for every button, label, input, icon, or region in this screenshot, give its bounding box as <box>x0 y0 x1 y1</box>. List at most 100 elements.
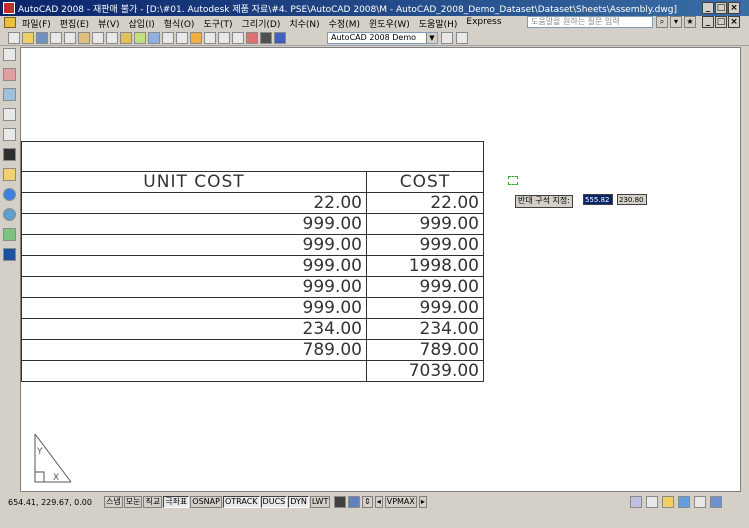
cost-cell: 999.00 <box>366 234 484 256</box>
menu-dimension[interactable]: 치수(N) <box>289 17 319 30</box>
autocad-app-icon[interactable] <box>3 2 15 14</box>
menu-window[interactable]: 윈도우(W) <box>369 17 410 30</box>
toggle-ducs[interactable]: DUCS <box>260 496 288 508</box>
menu-help[interactable]: 도움말(H) <box>419 17 458 30</box>
chevron-down-icon[interactable]: ▼ <box>426 33 437 43</box>
dynamic-input-x[interactable]: 555.82 <box>583 194 613 205</box>
toggle-osnap[interactable]: OSNAP <box>190 496 222 508</box>
tool-text-icon[interactable] <box>3 88 16 101</box>
tool-block-icon[interactable] <box>3 68 16 81</box>
open-file-icon[interactable] <box>22 32 34 44</box>
toggle-grid[interactable]: 모눈 <box>123 496 143 508</box>
menu-express[interactable]: Express <box>466 17 501 30</box>
doc-minimize-button[interactable]: _ <box>702 16 714 28</box>
layout-icon[interactable] <box>348 496 360 508</box>
menu-file[interactable]: 파일(F) <box>22 17 51 30</box>
tool-monitor-icon[interactable] <box>3 248 16 261</box>
toggle-polar[interactable]: 극좌표 <box>163 496 190 508</box>
cost-cell: 999.00 <box>366 213 484 235</box>
print-icon[interactable] <box>50 32 62 44</box>
minimize-button[interactable]: _ <box>702 2 714 14</box>
cost-table[interactable]: UNIT COST COST 22.00 22.00 999.00 999.00… <box>21 141 484 382</box>
close-button[interactable]: × <box>728 2 740 14</box>
toggle-lwt[interactable]: LWT <box>309 496 331 508</box>
drawing-canvas[interactable]: UNIT COST COST 22.00 22.00 999.00 999.00… <box>20 47 741 492</box>
doc-restore-button[interactable]: □ <box>715 16 727 28</box>
save-icon[interactable] <box>36 32 48 44</box>
unit-cost-cell: 999.00 <box>21 213 367 235</box>
design-center-icon[interactable] <box>218 32 230 44</box>
publish-icon[interactable] <box>78 32 90 44</box>
redo-icon[interactable] <box>162 32 174 44</box>
ucs-icon: Y X <box>34 433 72 483</box>
help-search-input[interactable]: 도움말을 원하는 질문 입력 <box>527 16 653 28</box>
toggle-snap[interactable]: 스냅 <box>104 496 123 508</box>
tool-calc-icon[interactable] <box>3 148 16 161</box>
status-menu-icon[interactable] <box>694 496 706 508</box>
calculator-icon[interactable] <box>260 32 272 44</box>
scroll-arrows-icon[interactable]: ⇕ <box>362 496 373 508</box>
unit-cost-cell: 22.00 <box>21 192 367 214</box>
workspace-settings-icon[interactable] <box>441 32 453 44</box>
menu-format[interactable]: 형식(O) <box>164 17 195 30</box>
doc-close-button[interactable]: × <box>728 16 740 28</box>
toggle-ortho[interactable]: 직교 <box>143 496 163 508</box>
selection-grip[interactable] <box>508 176 518 185</box>
prev-viewport-icon[interactable]: ◂ <box>374 496 383 508</box>
help-options-icon[interactable]: ▾ <box>670 16 682 28</box>
workspace-save-icon[interactable] <box>456 32 468 44</box>
sheet-set-icon[interactable] <box>246 32 258 44</box>
properties-icon[interactable] <box>204 32 216 44</box>
unit-cost-cell: 789.00 <box>21 339 367 361</box>
total-cost-cell: 7039.00 <box>366 360 484 382</box>
tool-table-icon[interactable] <box>3 108 16 121</box>
menu-edit[interactable]: 편집(E) <box>60 17 89 30</box>
unit-cost-cell: 999.00 <box>21 297 367 319</box>
cost-cell: 22.00 <box>366 192 484 214</box>
menu-modify[interactable]: 수정(M) <box>329 17 360 30</box>
tool-attribute-icon[interactable] <box>3 128 16 141</box>
annotation-visibility-icon[interactable] <box>646 496 658 508</box>
menu-insert[interactable]: 삽입(I) <box>129 17 155 30</box>
plot-preview-icon[interactable] <box>64 32 76 44</box>
workspace-select[interactable]: AutoCAD 2008 Demo ▼ <box>327 32 438 44</box>
cut-icon[interactable] <box>92 32 104 44</box>
tool-palettes-icon[interactable] <box>232 32 244 44</box>
clean-screen-icon[interactable] <box>710 496 722 508</box>
tool-check-icon[interactable] <box>3 228 16 241</box>
favorites-star-icon[interactable]: ★ <box>684 16 696 28</box>
help-search-icon[interactable]: ⌕ <box>656 16 668 28</box>
restore-button[interactable]: □ <box>715 2 727 14</box>
table-row: 22.00 22.00 <box>21 192 484 214</box>
match-properties-icon[interactable] <box>134 32 146 44</box>
toggle-dyn[interactable]: DYN <box>288 496 309 508</box>
cost-cell: 999.00 <box>366 297 484 319</box>
help-icon[interactable] <box>274 32 286 44</box>
menu-tools[interactable]: 도구(T) <box>203 17 232 30</box>
toolbar-lock-icon[interactable] <box>662 496 674 508</box>
annotation-scale-icon[interactable] <box>630 496 642 508</box>
model-space-icon[interactable] <box>334 496 346 508</box>
tool-render-icon[interactable] <box>3 188 16 201</box>
tool-orbit-icon[interactable] <box>3 208 16 221</box>
table-row: 789.00 789.00 <box>21 339 484 361</box>
vpmax-button[interactable]: VPMAX <box>384 496 417 508</box>
document-icon[interactable] <box>4 17 16 28</box>
new-file-icon[interactable] <box>8 32 20 44</box>
tool-xref-icon[interactable] <box>3 168 16 181</box>
cost-cell: 789.00 <box>366 339 484 361</box>
zoom-icon[interactable] <box>190 32 202 44</box>
communication-center-icon[interactable] <box>678 496 690 508</box>
toggle-otrack[interactable]: OTRACK <box>222 496 260 508</box>
dynamic-input-y[interactable]: 230.80 <box>617 194 647 205</box>
menu-draw[interactable]: 그리기(D) <box>242 17 281 30</box>
undo-icon[interactable] <box>148 32 160 44</box>
next-viewport-icon[interactable]: ▸ <box>418 496 427 508</box>
copy-icon[interactable] <box>106 32 118 44</box>
tool-layer-icon[interactable] <box>3 48 16 61</box>
unit-cost-cell: 999.00 <box>21 234 367 256</box>
pan-icon[interactable] <box>176 32 188 44</box>
table-row: 999.00 1998.00 <box>21 255 484 277</box>
paste-icon[interactable] <box>120 32 132 44</box>
menu-view[interactable]: 뷰(V) <box>98 17 119 30</box>
